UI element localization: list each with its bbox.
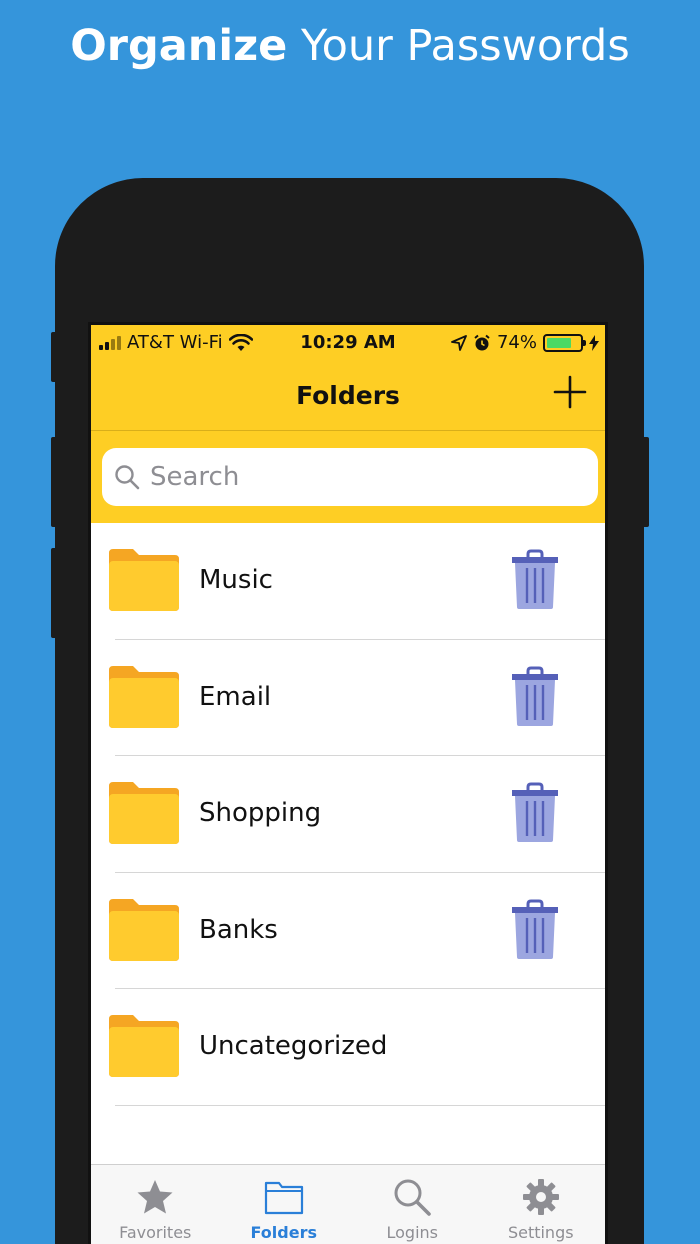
folder-row-banks[interactable]: Banks [91, 873, 605, 990]
folder-label: Music [199, 565, 273, 595]
tab-label: Settings [507, 1223, 574, 1242]
folder-list: Music Email Shopping Banks Uncategorized [91, 523, 605, 1106]
star-icon [137, 1180, 173, 1214]
folder-icon [264, 1181, 303, 1215]
folder-icon [109, 665, 179, 728]
phone-screen: AT&T Wi-Fi 10:29 AM 74% Folders Search M… [88, 322, 608, 1244]
headline-strong: Organize [70, 21, 288, 71]
folder-row-email[interactable]: Email [91, 640, 605, 757]
page-title: Folders [296, 381, 400, 410]
folder-icon [109, 898, 179, 961]
charging-bolt-icon [589, 334, 599, 351]
status-right: 74% [451, 332, 599, 353]
alarm-icon [474, 334, 490, 350]
headline-light: Your Passwords [301, 21, 630, 71]
battery-percent: 74% [496, 332, 537, 353]
gear-icon [522, 1179, 559, 1215]
search-icon [115, 465, 140, 490]
folder-row-uncategorized[interactable]: Uncategorized [91, 989, 605, 1106]
marketing-headline: Organize Your Passwords [0, 20, 700, 72]
trash-icon[interactable] [511, 666, 559, 728]
folder-row-shopping[interactable]: Shopping [91, 756, 605, 873]
trash-icon[interactable] [511, 782, 559, 844]
search-icon [394, 1179, 432, 1216]
battery-icon [543, 333, 586, 352]
folder-label: Uncategorized [199, 1031, 388, 1061]
search-input[interactable] [150, 462, 570, 492]
tab-settings[interactable]: Settings [477, 1165, 606, 1244]
folder-label: Banks [199, 914, 278, 945]
search-area [91, 431, 605, 523]
tab-bar: Favorites Folders Logins Settings [91, 1164, 605, 1244]
trash-icon[interactable] [511, 549, 559, 611]
folder-icon [109, 549, 179, 611]
location-arrow-icon [451, 334, 467, 351]
search-box[interactable] [102, 448, 598, 506]
tab-label: Favorites [119, 1223, 192, 1242]
status-bar: AT&T Wi-Fi 10:29 AM 74% [91, 325, 605, 361]
trash-icon[interactable] [511, 899, 559, 961]
add-folder-button[interactable] [553, 375, 587, 409]
tab-folders[interactable]: Folders [220, 1165, 349, 1244]
tab-favorites[interactable]: Favorites [91, 1165, 220, 1244]
tab-logins[interactable]: Logins [348, 1165, 477, 1244]
folder-icon [109, 1015, 179, 1077]
folder-icon [109, 782, 179, 844]
tab-label: Logins [386, 1223, 439, 1242]
folder-label: Email [199, 681, 272, 712]
navigation-bar: Folders [91, 361, 605, 431]
folder-row-music[interactable]: Music [91, 523, 605, 640]
folder-label: Shopping [199, 798, 322, 828]
tab-label: Folders [250, 1223, 317, 1242]
